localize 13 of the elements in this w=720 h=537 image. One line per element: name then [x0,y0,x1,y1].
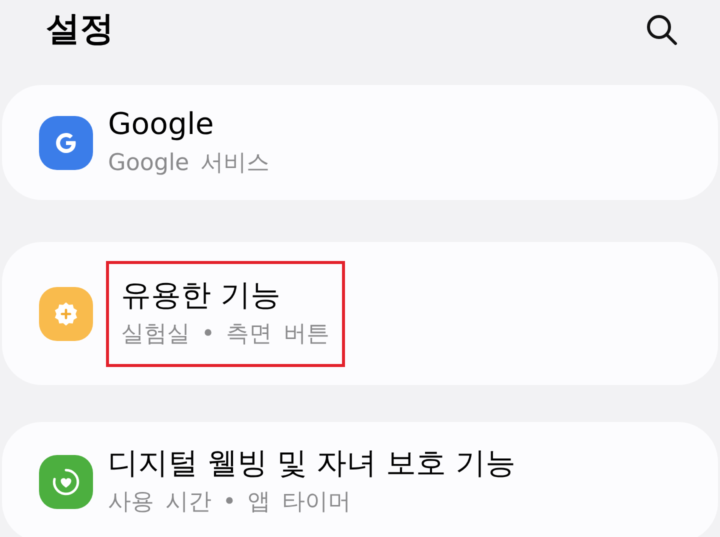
item-subtitle: 실험실 • 측면 버튼 [121,320,330,348]
page-title: 설정 [46,8,114,51]
settings-item[interactable]: Google Google 서비스 [2,85,718,200]
gear-plus-icon [52,300,80,328]
settings-item[interactable]: 유용한 기능 실험실 • 측면 버튼 [2,242,718,385]
item-title: Google [108,106,215,144]
search-icon[interactable] [644,12,680,48]
settings-item[interactable]: 디지털 웰빙 및 자녀 보호 기능 사용 시간 • 앱 타이머 [2,422,718,537]
heart-ring-icon [51,467,81,497]
item-title: 유용한 기능 [121,276,282,314]
item-subtitle: Google 서비스 [108,148,270,178]
item-title: 디지털 웰빙 및 자녀 보호 기능 [108,445,516,483]
item-subtitle: 사용 시간 • 앱 타이머 [108,488,352,517]
